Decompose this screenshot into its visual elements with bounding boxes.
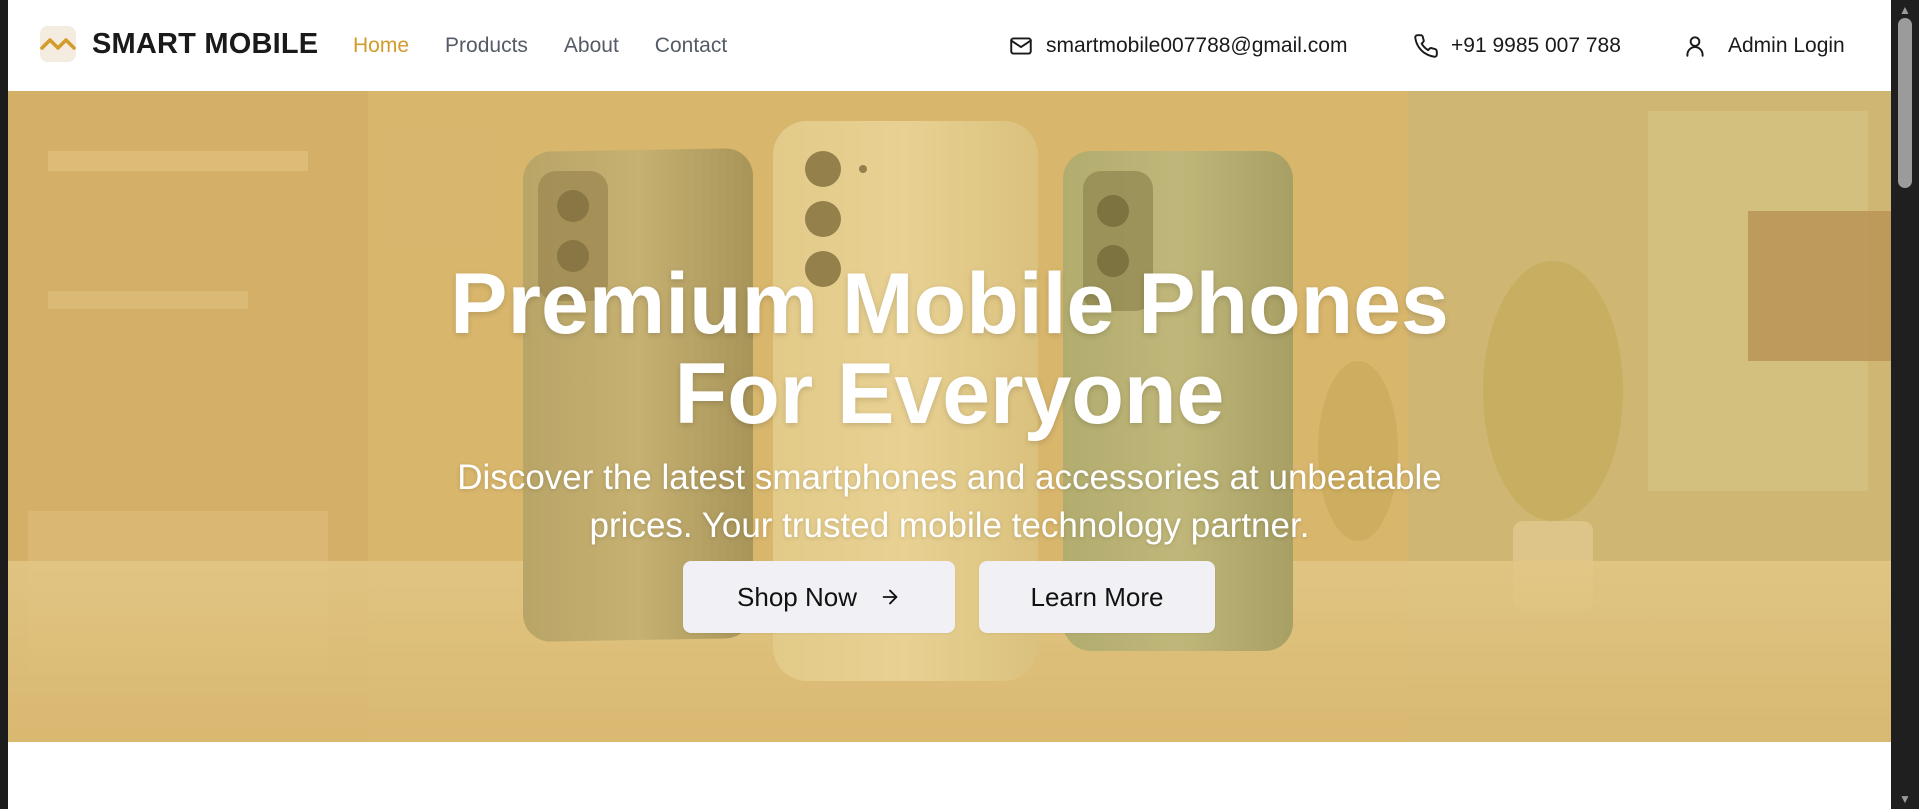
phone-icon xyxy=(1414,33,1438,58)
shop-now-button[interactable]: Shop Now xyxy=(683,561,955,633)
hero-section: Premium Mobile Phones For Everyone Disco… xyxy=(8,91,1891,742)
mail-icon xyxy=(1010,36,1032,55)
scroll-up-arrow-icon[interactable]: ▲ xyxy=(1891,0,1919,20)
admin-login-button[interactable]: Admin Login xyxy=(1682,0,1845,91)
user-icon xyxy=(1686,35,1704,57)
scrollbar-thumb[interactable] xyxy=(1898,18,1912,188)
nav-link-contact[interactable]: Contact xyxy=(655,34,727,58)
hero-subtitle: Discover the latest smartphones and acce… xyxy=(8,454,1891,550)
contact-email[interactable]: smartmobile007788@gmail.com xyxy=(1008,0,1347,91)
main-nav: Home Products About Contact xyxy=(353,0,763,91)
browser-viewport: SMART MOBILE Home Products About Contact… xyxy=(8,0,1891,809)
hero-title-line-2: For Everyone xyxy=(674,345,1225,442)
contact-phone[interactable]: +91 9985 007 788 xyxy=(1413,0,1621,91)
brand-name: SMART MOBILE xyxy=(92,27,319,60)
brand-logo-icon xyxy=(40,26,76,62)
nav-link-about[interactable]: About xyxy=(564,34,619,58)
navbar: SMART MOBILE Home Products About Contact… xyxy=(8,0,1891,91)
learn-more-label: Learn More xyxy=(1030,581,1164,612)
hero-title: Premium Mobile Phones For Everyone xyxy=(8,259,1891,439)
scroll-down-arrow-icon[interactable]: ▼ xyxy=(1891,789,1919,809)
hero-title-line-1: Premium Mobile Phones xyxy=(450,255,1449,352)
arrow-right-icon xyxy=(882,589,898,605)
learn-more-button[interactable]: Learn More xyxy=(979,561,1215,633)
hero-subtitle-line-1: Discover the latest smartphones and acce… xyxy=(457,458,1442,497)
hero-content: Premium Mobile Phones For Everyone Disco… xyxy=(8,91,1891,742)
nav-link-home[interactable]: Home xyxy=(353,34,409,58)
shop-now-label: Shop Now xyxy=(737,581,857,612)
contact-phone-text: +91 9985 007 788 xyxy=(1451,33,1621,57)
nav-link-products[interactable]: Products xyxy=(445,34,528,58)
hero-subtitle-line-2: prices. Your trusted mobile technology p… xyxy=(589,506,1310,545)
contact-email-text: smartmobile007788@gmail.com xyxy=(1046,33,1348,57)
brand[interactable]: SMART MOBILE xyxy=(36,22,318,66)
page-scrollbar[interactable]: ▲ ▼ xyxy=(1891,0,1919,809)
admin-login-label: Admin Login xyxy=(1728,33,1845,57)
